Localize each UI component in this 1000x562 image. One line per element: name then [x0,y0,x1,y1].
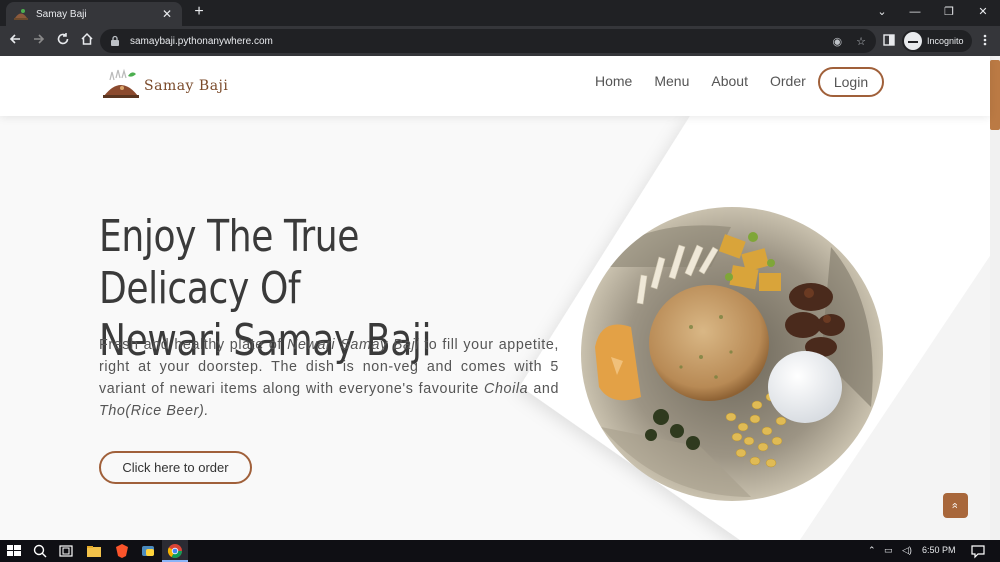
page-viewport: Samay Baji Home Menu About Order Login E… [0,56,1000,540]
volume-icon[interactable]: ◁) [902,545,912,556]
back-arrow-icon[interactable] [6,32,24,50]
kebab-menu-icon[interactable] [976,32,994,50]
site-navbar: Samay Baji Home Menu About Order Login [0,56,990,116]
browser-tab[interactable]: Samay Baji ✕ [6,2,182,26]
page-scrollbar[interactable] [990,56,1000,540]
hero-title-line1: Enjoy The True Delicacy Of [99,211,360,314]
browser-tab-bar: Samay Baji ✕ + ⌄ — ❐ ✕ [0,0,1000,26]
restore-button[interactable]: ❐ [932,0,966,24]
clock-time[interactable]: 6:50 PM [922,545,956,555]
network-icon[interactable]: ▭ [884,545,893,556]
eye-off-icon[interactable]: ◉ [833,35,843,48]
tab-search-icon[interactable]: ⌄ [865,0,899,24]
desc-emphasis: Newari Samay Baji [287,337,420,353]
brave-browser-icon[interactable] [114,543,130,559]
incognito-icon [904,32,922,50]
incognito-label: Incognito [927,36,964,46]
new-tab-button[interactable]: + [190,3,208,21]
minimize-button[interactable]: — [898,0,932,24]
file-explorer-icon[interactable] [86,543,102,559]
login-button[interactable]: Login [818,67,884,97]
order-button[interactable]: Click here to order [99,451,252,484]
notification-icon[interactable] [970,543,986,559]
os-taskbar: ⌃ ▭ ◁) 6:50 PM [0,540,1000,562]
site-favicon-icon [14,9,28,20]
forward-arrow-icon[interactable] [30,32,48,50]
side-panel-icon[interactable] [880,32,898,50]
task-view-icon[interactable] [58,543,74,559]
samay-baji-plate-image [581,207,883,501]
reload-icon[interactable] [54,32,72,50]
browser-toolbar: samaybaji.pythonanywhere.com ◉ ☆ Incogni… [0,26,1000,56]
back-to-top-button[interactable]: » [943,493,968,518]
desc-text: and [528,381,559,397]
brand-name: Samay Baji [144,78,229,94]
address-bar[interactable]: samaybaji.pythonanywhere.com ◉ ☆ [100,29,876,53]
nav-home-link[interactable]: Home [595,73,632,89]
desc-text: Fresh and healthy plate of [99,337,288,353]
tab-title: Samay Baji [36,8,87,20]
hero-description: Fresh and healthy plate of Newari Samay … [99,334,559,422]
chrome-icon[interactable] [167,543,183,559]
nav-menu: Home Menu About Order [595,73,828,89]
brand-logo[interactable]: Samay Baji [102,68,228,100]
python-idle-icon[interactable] [140,543,156,559]
search-icon[interactable] [32,543,48,559]
scrollbar-thumb[interactable] [990,60,1000,130]
url-text: samaybaji.pythonanywhere.com [130,35,273,47]
nav-about-link[interactable]: About [711,73,748,89]
incognito-badge[interactable]: Incognito [902,30,972,52]
close-window-button[interactable]: ✕ [966,0,1000,24]
chevron-up-icon[interactable]: ⌃ [868,545,876,556]
tab-close-icon[interactable]: ✕ [160,7,174,21]
lock-icon [111,35,119,46]
desc-emphasis: Choila [484,381,529,397]
bookmark-star-icon[interactable]: ☆ [856,35,866,48]
desc-emphasis: Tho(Rice Beer). [99,403,209,419]
samay-baji-logo-icon [103,68,139,98]
nav-menu-link[interactable]: Menu [654,73,689,89]
windows-start-icon[interactable] [6,543,22,559]
home-icon[interactable] [78,32,96,50]
nav-order-link[interactable]: Order [770,73,806,89]
